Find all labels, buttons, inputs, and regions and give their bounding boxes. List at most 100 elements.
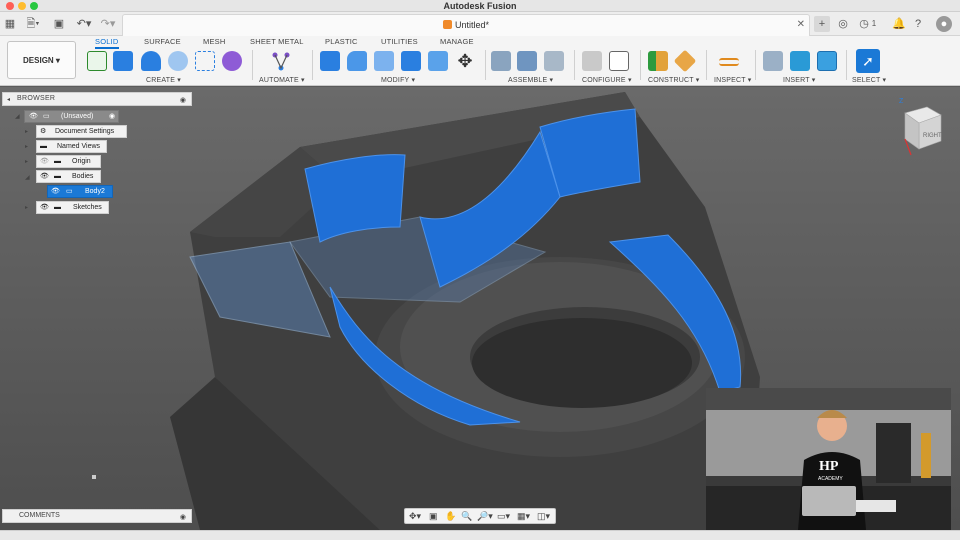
orbit-icon[interactable]: ✥▾ [409, 511, 421, 522]
tab-surface[interactable]: SURFACE [144, 37, 181, 46]
collapse-browser-icon[interactable]: ◂ [7, 96, 10, 103]
profile-icon[interactable]: ● [936, 16, 952, 32]
expand-origin-icon[interactable]: ▸ [25, 158, 28, 165]
group-construct[interactable]: CONSTRUCT ▾ [648, 76, 699, 84]
tab-manage[interactable]: MANAGE [440, 37, 474, 46]
browser-options-icon[interactable]: ◉ [180, 96, 186, 104]
tree-root-unsaved[interactable]: 👁 ▭ (Unsaved) ◉ [24, 110, 119, 123]
pan-icon[interactable]: ✋ [445, 511, 456, 522]
visibility-eye-icon[interactable]: 👁 [29, 111, 38, 122]
group-assemble[interactable]: ASSEMBLE ▾ [508, 76, 553, 84]
visibility-eye-icon[interactable]: 👁 [40, 156, 49, 167]
visibility-eye-icon[interactable]: 👁 [51, 186, 60, 197]
shirt-logo-text: HP [819, 459, 839, 474]
toolbar-divider [846, 50, 847, 80]
offset-plane-icon[interactable] [648, 51, 668, 71]
clock-icon[interactable]: ◷ [858, 16, 870, 32]
move-icon[interactable]: ✥ [455, 51, 475, 71]
insert-canvas-icon[interactable] [817, 51, 837, 71]
tree-document-settings[interactable]: ⚙ Document Settings [36, 125, 127, 138]
tree-bodies[interactable]: 👁 ▬ Bodies [36, 170, 101, 183]
save-icon[interactable]: ▣ [52, 16, 66, 32]
insert-mcmaster-icon[interactable] [790, 51, 810, 71]
redo-icon[interactable]: ↷▾ [98, 16, 118, 32]
grid-icon[interactable]: ▦ [4, 16, 16, 32]
form-icon[interactable] [222, 51, 242, 71]
fit-icon[interactable]: 🔎▾ [477, 511, 493, 522]
tree-sketches[interactable]: 👁 ▬ Sketches [36, 201, 109, 214]
create-sketch-icon[interactable] [87, 51, 107, 71]
tree-named-views[interactable]: ▬ Named Views [36, 140, 107, 153]
timeline-strip[interactable] [0, 530, 960, 540]
workspace-switcher[interactable]: DESIGN ▾ [7, 41, 76, 79]
viewcube-icon[interactable]: RIGHT Z [897, 95, 947, 165]
help-icon[interactable]: ? [912, 16, 924, 32]
zoom-icon[interactable]: 🔍 [461, 511, 472, 522]
tree-body2[interactable]: 👁 ▭ Body2 [47, 185, 113, 198]
toolbar-divider [485, 50, 486, 80]
extrude-icon[interactable] [113, 51, 133, 71]
axis-icon[interactable] [673, 49, 697, 73]
expand-sketches-icon[interactable]: ▸ [25, 204, 28, 211]
group-modify[interactable]: MODIFY ▾ [381, 76, 415, 84]
expand-bodies-icon[interactable]: ◢ [25, 174, 30, 181]
viewports-icon[interactable]: ◫▾ [537, 511, 550, 522]
tab-mesh[interactable]: MESH [203, 37, 225, 46]
gear-icon: ⚙ [40, 128, 47, 135]
pattern-icon[interactable] [195, 51, 215, 71]
bell-icon[interactable]: 🔔 [892, 16, 906, 32]
group-select[interactable]: SELECT ▾ [852, 76, 886, 84]
webcam-overlay: HP ACADEMY [706, 388, 951, 530]
insert-derive-icon[interactable] [763, 51, 783, 71]
toolbar-divider [706, 50, 707, 80]
measure-icon[interactable] [719, 58, 739, 66]
automate-icon[interactable] [271, 51, 291, 71]
as-built-joint-icon[interactable] [544, 51, 564, 71]
close-tab-icon[interactable]: ✕ [797, 19, 805, 30]
browser-title: BROWSER [17, 95, 56, 102]
display-settings-icon[interactable]: ▭▾ [497, 511, 510, 522]
folder-icon: ▬ [54, 173, 61, 180]
table-icon[interactable] [609, 51, 629, 71]
tab-solid[interactable]: SOLID [95, 37, 119, 49]
expand-root-icon[interactable]: ◢ [15, 113, 20, 120]
tree-origin[interactable]: 👁 ▬ Origin [36, 155, 101, 168]
tab-plastic[interactable]: PLASTIC [325, 37, 358, 46]
mouse-cursor [92, 475, 96, 479]
new-component-icon[interactable] [491, 51, 511, 71]
joint-icon[interactable] [517, 51, 537, 71]
comments-panel-header[interactable]: COMMENTS ◉ [2, 509, 192, 523]
undo-icon[interactable]: ↶▾ [74, 16, 94, 32]
expand-named-views-icon[interactable]: ▸ [25, 143, 28, 150]
plus-icon[interactable]: + [814, 16, 830, 32]
press-pull-icon[interactable] [320, 51, 340, 71]
visibility-eye-icon[interactable]: 👁 [40, 202, 49, 213]
browser-panel-header[interactable]: ◂ BROWSER ◉ [2, 92, 192, 106]
toolbar-divider [574, 50, 575, 80]
hole-icon[interactable] [168, 51, 188, 71]
group-automate[interactable]: AUTOMATE ▾ [259, 76, 305, 84]
select-icon[interactable]: ➚ [856, 49, 880, 73]
shell-icon[interactable] [374, 51, 394, 71]
revolve-icon[interactable] [141, 51, 161, 71]
comments-options-icon[interactable]: ◉ [180, 513, 186, 521]
file-icon[interactable]: 🗎▾ [24, 16, 42, 32]
fillet-icon[interactable] [347, 51, 367, 71]
configure-icon[interactable] [582, 51, 602, 71]
tab-utilities[interactable]: UTILITIES [381, 37, 418, 46]
expand-document-settings-icon[interactable]: ▸ [25, 128, 28, 135]
grid-settings-icon[interactable]: ▦▾ [517, 511, 530, 522]
combine-icon[interactable] [401, 51, 421, 71]
extensions-icon[interactable]: ◎ [836, 16, 850, 32]
group-insert[interactable]: INSERT ▾ [783, 76, 815, 84]
split-body-icon[interactable] [428, 51, 448, 71]
visibility-eye-icon[interactable]: 👁 [40, 171, 49, 182]
activate-radio-icon[interactable]: ◉ [109, 111, 115, 122]
tab-sheet-metal[interactable]: SHEET METAL [250, 37, 304, 46]
group-create[interactable]: CREATE ▾ [146, 76, 181, 84]
shirt-logo-subtext: ACADEMY [818, 476, 843, 482]
document-tab[interactable]: Untitled* ✕ [122, 14, 810, 36]
look-at-icon[interactable]: ▣ [429, 511, 438, 522]
group-inspect[interactable]: INSPECT ▾ [714, 76, 751, 84]
group-configure[interactable]: CONFIGURE ▾ [582, 76, 632, 84]
